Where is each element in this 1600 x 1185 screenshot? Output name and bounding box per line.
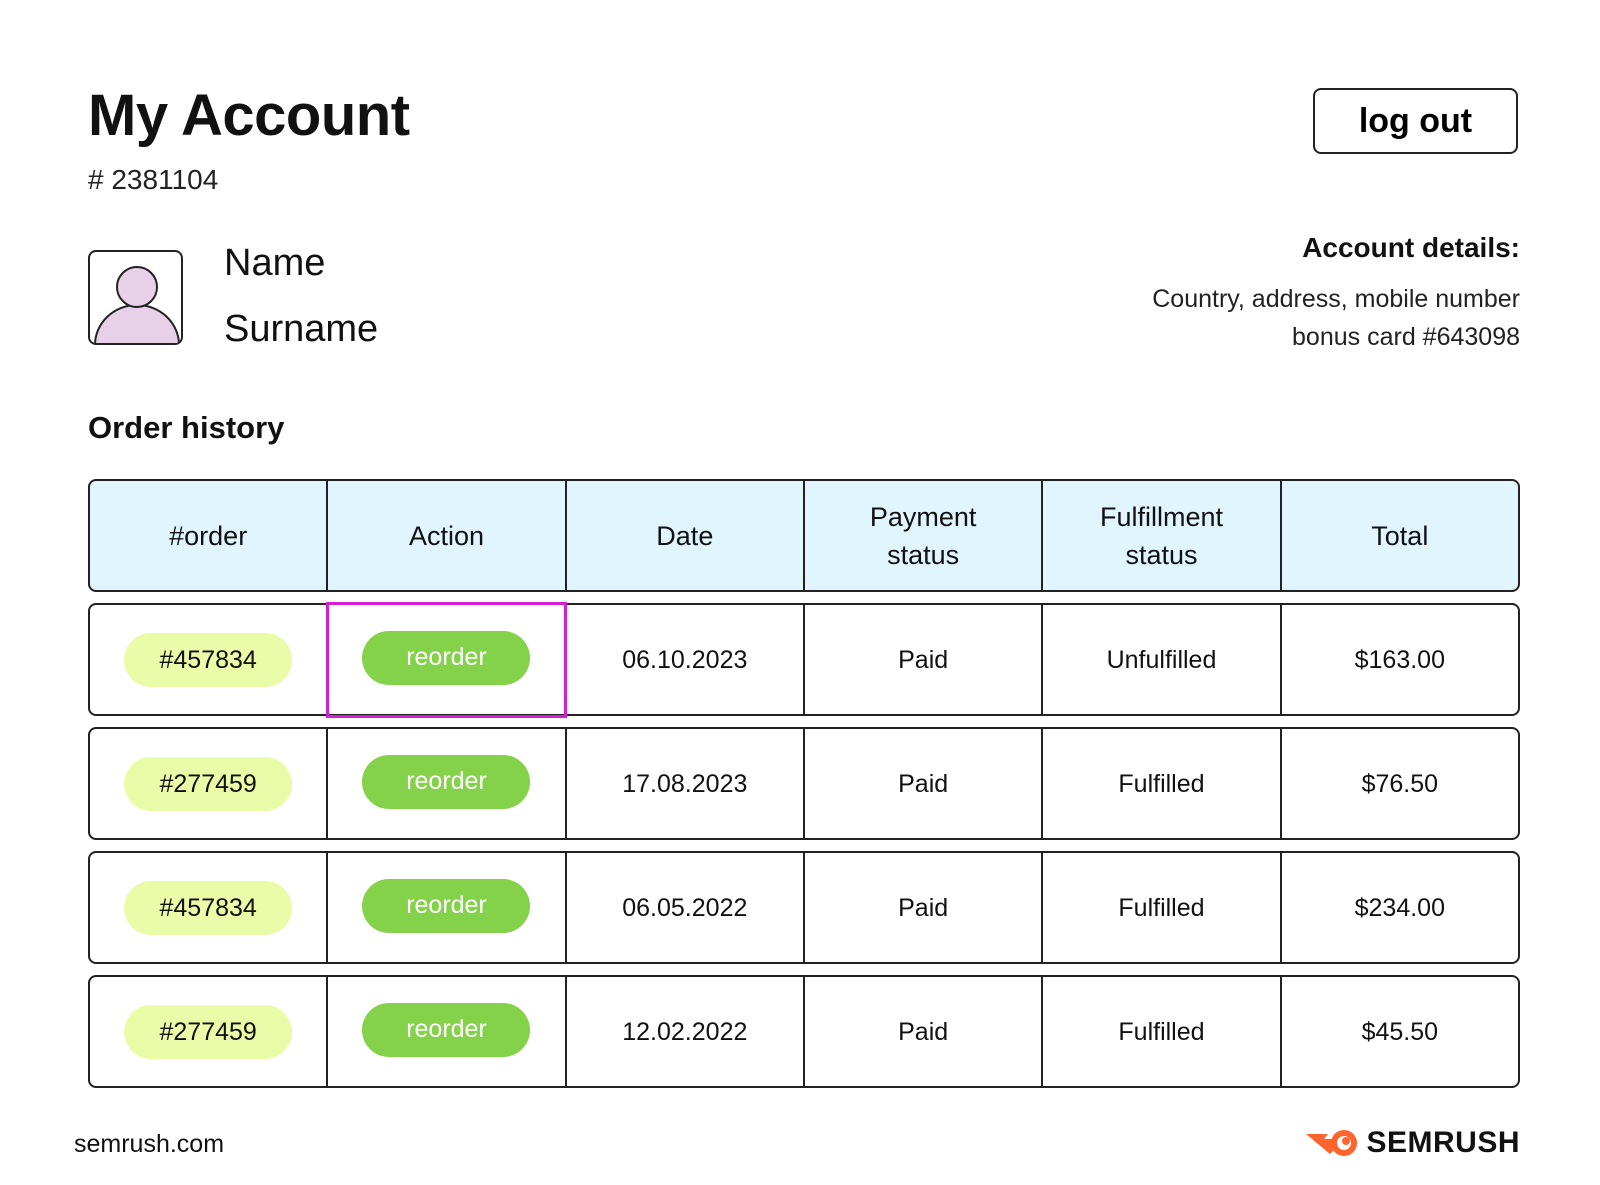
date-cell: 06.10.2023: [567, 605, 805, 714]
action-cell: reorder: [328, 853, 567, 962]
account-details: Account details: Country, address, mobil…: [1152, 232, 1520, 356]
table-row: #277459 reorder 12.02.2022 Paid Fulfille…: [88, 975, 1520, 1088]
reorder-button[interactable]: reorder: [362, 878, 531, 933]
fulfillment-status-cell: Fulfilled: [1043, 853, 1282, 962]
account-details-contact: Country, address, mobile number: [1152, 285, 1520, 313]
footer-site: semrush.com: [74, 1130, 225, 1158]
column-header-date: Date: [567, 481, 805, 590]
payment-status-cell: Paid: [805, 853, 1044, 962]
profile-surname: Surname: [224, 308, 379, 350]
date-cell: 17.08.2023: [567, 729, 805, 838]
table-row: #457834 reorder 06.05.2022 Paid Fulfille…: [88, 851, 1520, 964]
fulfillment-status-cell: Fulfilled: [1043, 977, 1282, 1086]
table-row: #457834 reorder 06.10.2023 Paid Unfulfil…: [88, 602, 1520, 718]
column-header-order: #order: [90, 481, 329, 590]
logout-button[interactable]: log out: [1313, 88, 1518, 154]
payment-status-cell: Paid: [805, 729, 1044, 838]
semrush-logo-icon: [1306, 1130, 1358, 1156]
order-history-title: Order history: [88, 410, 285, 445]
payment-status-cell: Paid: [805, 977, 1044, 1086]
avatar: [88, 250, 183, 345]
order-cell: #277459: [90, 977, 329, 1086]
fulfillment-status-cell: Fulfilled: [1043, 729, 1282, 838]
total-cell: $76.50: [1361, 769, 1439, 798]
total-cell: $234.00: [1354, 893, 1445, 922]
brand-logo: SEMRUSH: [1306, 1126, 1520, 1160]
order-cell: #277459: [90, 729, 329, 838]
order-cell: #457834: [90, 853, 329, 962]
action-cell: reorder: [328, 977, 567, 1086]
payment-status-cell: Paid: [805, 605, 1044, 714]
order-number-badge[interactable]: #457834: [124, 632, 293, 687]
order-number-badge[interactable]: #457834: [124, 880, 293, 935]
brand-name: SEMRUSH: [1366, 1126, 1520, 1159]
order-number-badge[interactable]: #277459: [124, 756, 293, 811]
column-header-total: Total: [1371, 520, 1429, 551]
reorder-button[interactable]: reorder: [362, 630, 531, 685]
column-header-action: Action: [328, 481, 567, 590]
action-cell: reorder: [326, 602, 567, 718]
order-number-badge[interactable]: #277459: [124, 1004, 293, 1059]
table-row: #277459 reorder 17.08.2023 Paid Fulfille…: [88, 727, 1520, 840]
date-cell: 06.05.2022: [567, 853, 805, 962]
reorder-button[interactable]: reorder: [362, 754, 531, 809]
user-icon: [94, 266, 180, 343]
fulfillment-status-cell: Unfulfilled: [1043, 605, 1282, 714]
column-header-fulfillment-status: Fulfillment status: [1043, 481, 1282, 590]
account-id: # 2381104: [88, 164, 219, 195]
reorder-button[interactable]: reorder: [362, 1002, 531, 1057]
page-title: My Account: [88, 83, 410, 148]
account-details-bonus-card: bonus card #643098: [1292, 323, 1520, 351]
table-header: #order Action Date Payment status Fulfil…: [88, 479, 1520, 592]
column-header-payment-status: Payment status: [805, 481, 1044, 590]
total-cell: $45.50: [1361, 1017, 1439, 1046]
order-cell: #457834: [90, 605, 329, 714]
account-details-heading: Account details:: [1302, 232, 1520, 263]
date-cell: 12.02.2022: [567, 977, 805, 1086]
profile-name: Name: [224, 242, 326, 284]
order-history-table: #order Action Date Payment status Fulfil…: [88, 479, 1520, 1099]
total-cell: $163.00: [1354, 645, 1445, 674]
action-cell: reorder: [328, 729, 567, 838]
